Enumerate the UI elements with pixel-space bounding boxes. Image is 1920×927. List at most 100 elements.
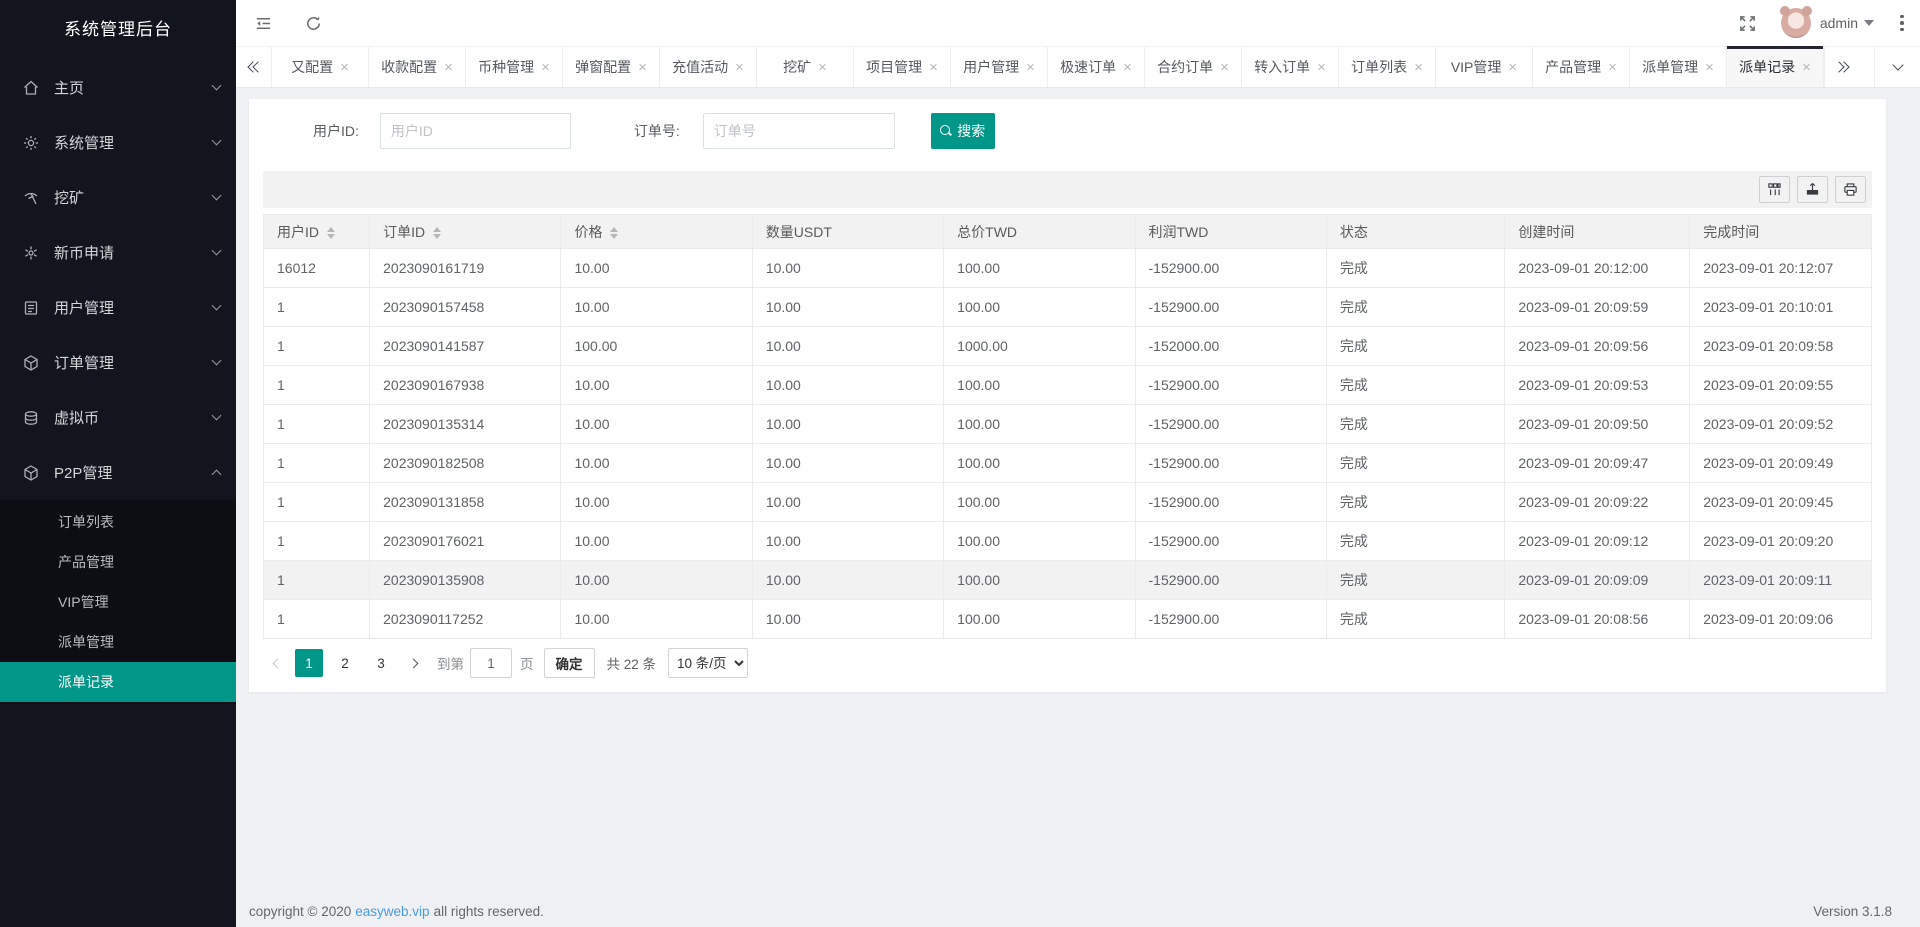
table-body: 16012202309016171910.0010.00100.00-15290…	[264, 249, 1872, 639]
tab-订单列表[interactable]: 订单列表 ×	[1339, 47, 1436, 87]
sidebar-subitem-派单管理[interactable]: 派单管理	[0, 622, 236, 662]
table-cell: -152900.00	[1135, 249, 1326, 288]
collapse-menu-icon[interactable]	[252, 12, 274, 34]
more-menu-icon[interactable]	[1900, 15, 1904, 32]
content: 用户ID: 订单号: 搜索	[236, 89, 1920, 927]
page-numbers: 123	[291, 649, 399, 677]
sidebar-item-订单管理[interactable]: 订单管理	[0, 335, 236, 390]
sidebar-subitem-订单列表[interactable]: 订单列表	[0, 502, 236, 542]
tab-收款配置[interactable]: 收款配置×	[369, 47, 466, 87]
tab-close-icon[interactable]: ×	[1026, 60, 1035, 75]
sort-icon[interactable]	[610, 227, 618, 239]
tab-VIP管理[interactable]: VIP管理×	[1436, 47, 1533, 87]
tab-close-icon[interactable]: ×	[638, 60, 647, 75]
tab-close-icon[interactable]: ×	[1123, 60, 1132, 75]
tab-close-icon[interactable]: ×	[340, 60, 349, 75]
avatar[interactable]	[1781, 8, 1811, 38]
tab-close-icon[interactable]: ×	[1317, 60, 1326, 75]
tab-label: 订单列表	[1351, 57, 1407, 77]
goto-confirm-button[interactable]: 确定	[544, 648, 595, 678]
sidebar-subitem-VIP管理[interactable]: VIP管理	[0, 582, 236, 622]
tab-挖矿[interactable]: 挖矿×	[757, 47, 854, 87]
columns-filter-button[interactable]	[1759, 176, 1790, 203]
table-cell: 1	[264, 327, 370, 366]
sidebar-item-系统管理[interactable]: 系统管理	[0, 115, 236, 170]
pagination: 123 到第 页 确定 共 22 条 10 条/页	[263, 648, 1872, 678]
tabs: 又配置×收款配置×币种管理×弹窗配置×充值活动×挖矿×项目管理×用户管理×极速订…	[272, 47, 1824, 87]
tab-close-icon[interactable]: ×	[818, 60, 827, 75]
prev-page-icon[interactable]	[263, 648, 291, 678]
total-count: 共 22 条	[607, 653, 657, 673]
fullscreen-icon[interactable]	[1737, 12, 1759, 34]
page-number-1[interactable]: 1	[295, 649, 323, 677]
table-header: 用户ID订单ID价格数量USDT总价TWD利润TWD状态创建时间完成时间	[264, 215, 1872, 249]
table-cell: 完成	[1326, 483, 1504, 522]
sidebar-item-P2P管理[interactable]: P2P管理	[0, 445, 236, 500]
table-cell: 2023090182508	[370, 444, 561, 483]
tab-close-icon[interactable]: ×	[929, 60, 938, 75]
column-header-价格: 价格	[561, 215, 752, 249]
table-cell: 完成	[1326, 249, 1504, 288]
sort-asc-icon	[327, 227, 335, 232]
sort-icon[interactable]	[327, 227, 335, 239]
tab-close-icon[interactable]: ×	[1802, 60, 1811, 75]
tab-close-icon[interactable]: ×	[541, 60, 550, 75]
sidebar-item-主页[interactable]: 主页	[0, 60, 236, 115]
table-cell: 10.00	[561, 522, 752, 561]
page-number-3[interactable]: 3	[367, 649, 395, 677]
tab-close-icon[interactable]: ×	[1508, 60, 1517, 75]
column-header-label: 利润TWD	[1149, 224, 1209, 240]
page-size-select[interactable]: 10 条/页	[668, 648, 748, 678]
sidebar-subitem-产品管理[interactable]: 产品管理	[0, 542, 236, 582]
tab-项目管理[interactable]: 项目管理×	[854, 47, 951, 87]
tab-极速订单[interactable]: 极速订单×	[1048, 47, 1145, 87]
table-cell: 2023-09-01 20:09:22	[1505, 483, 1690, 522]
page-number-2[interactable]: 2	[331, 649, 359, 677]
tab-close-icon[interactable]: ×	[1414, 60, 1423, 75]
goto-page-input[interactable]	[470, 648, 512, 678]
tab-派单记录[interactable]: 派单记录×	[1727, 47, 1824, 87]
sidebar-item-挖矿[interactable]: 挖矿	[0, 170, 236, 225]
tab-用户管理[interactable]: 用户管理 ×	[951, 47, 1048, 87]
user-id-input[interactable]	[380, 113, 571, 149]
tab-close-icon[interactable]: ×	[1220, 60, 1229, 75]
tabs-scroll-left-icon[interactable]	[236, 47, 272, 87]
tab-转入订单[interactable]: 转入订单×	[1242, 47, 1339, 87]
sidebar-item-虚拟币[interactable]: 虚拟币	[0, 390, 236, 445]
tab-close-icon[interactable]: ×	[1608, 60, 1617, 75]
tab-close-icon[interactable]: ×	[1705, 60, 1714, 75]
table-cell: 10.00	[561, 444, 752, 483]
tab-operations-dropdown-icon[interactable]	[1874, 47, 1920, 87]
tab-label: 用户管理	[963, 57, 1019, 77]
tab-币种管理[interactable]: 币种管理×	[466, 47, 563, 87]
refresh-icon[interactable]	[302, 12, 324, 34]
table-cell: 2023-09-01 20:09:47	[1505, 444, 1690, 483]
table-cell: -152900.00	[1135, 522, 1326, 561]
sidebar-item-新币申请[interactable]: 新币申请	[0, 225, 236, 280]
table-cell: 2023-09-01 20:09:11	[1690, 561, 1872, 600]
sidebar-item-用户管理[interactable]: 用户管理	[0, 280, 236, 335]
export-button[interactable]	[1797, 176, 1828, 203]
sidebar-subitem-派单记录[interactable]: 派单记录	[0, 662, 236, 702]
table-cell: 2023090141587	[370, 327, 561, 366]
tab-又配置[interactable]: 又配置×	[272, 47, 369, 87]
tab-close-icon[interactable]: ×	[735, 60, 744, 75]
table-toolbar	[263, 171, 1872, 208]
search-button[interactable]: 搜索	[931, 113, 995, 149]
next-page-icon[interactable]	[399, 648, 427, 678]
tab-派单管理[interactable]: 派单管理×	[1630, 47, 1727, 87]
tab-close-icon[interactable]: ×	[444, 60, 453, 75]
tabs-scroll-right-icon[interactable]	[1824, 47, 1860, 87]
easyweb-link[interactable]: easyweb.vip	[355, 904, 429, 919]
table-cell: 2023090131858	[370, 483, 561, 522]
user-menu[interactable]: admin	[1781, 8, 1874, 38]
sort-icon[interactable]	[433, 227, 441, 239]
tab-合约订单[interactable]: 合约订单×	[1145, 47, 1242, 87]
tab-产品管理[interactable]: 产品管理×	[1533, 47, 1630, 87]
order-no-input[interactable]	[703, 113, 895, 149]
tab-弹窗配置[interactable]: 弹窗配置×	[563, 47, 660, 87]
version-label: Version 3.1.8	[1813, 904, 1892, 919]
tab-充值活动[interactable]: 充值活动×	[660, 47, 757, 87]
print-button[interactable]	[1835, 176, 1866, 203]
table-cell: 2023-09-01 20:09:12	[1505, 522, 1690, 561]
